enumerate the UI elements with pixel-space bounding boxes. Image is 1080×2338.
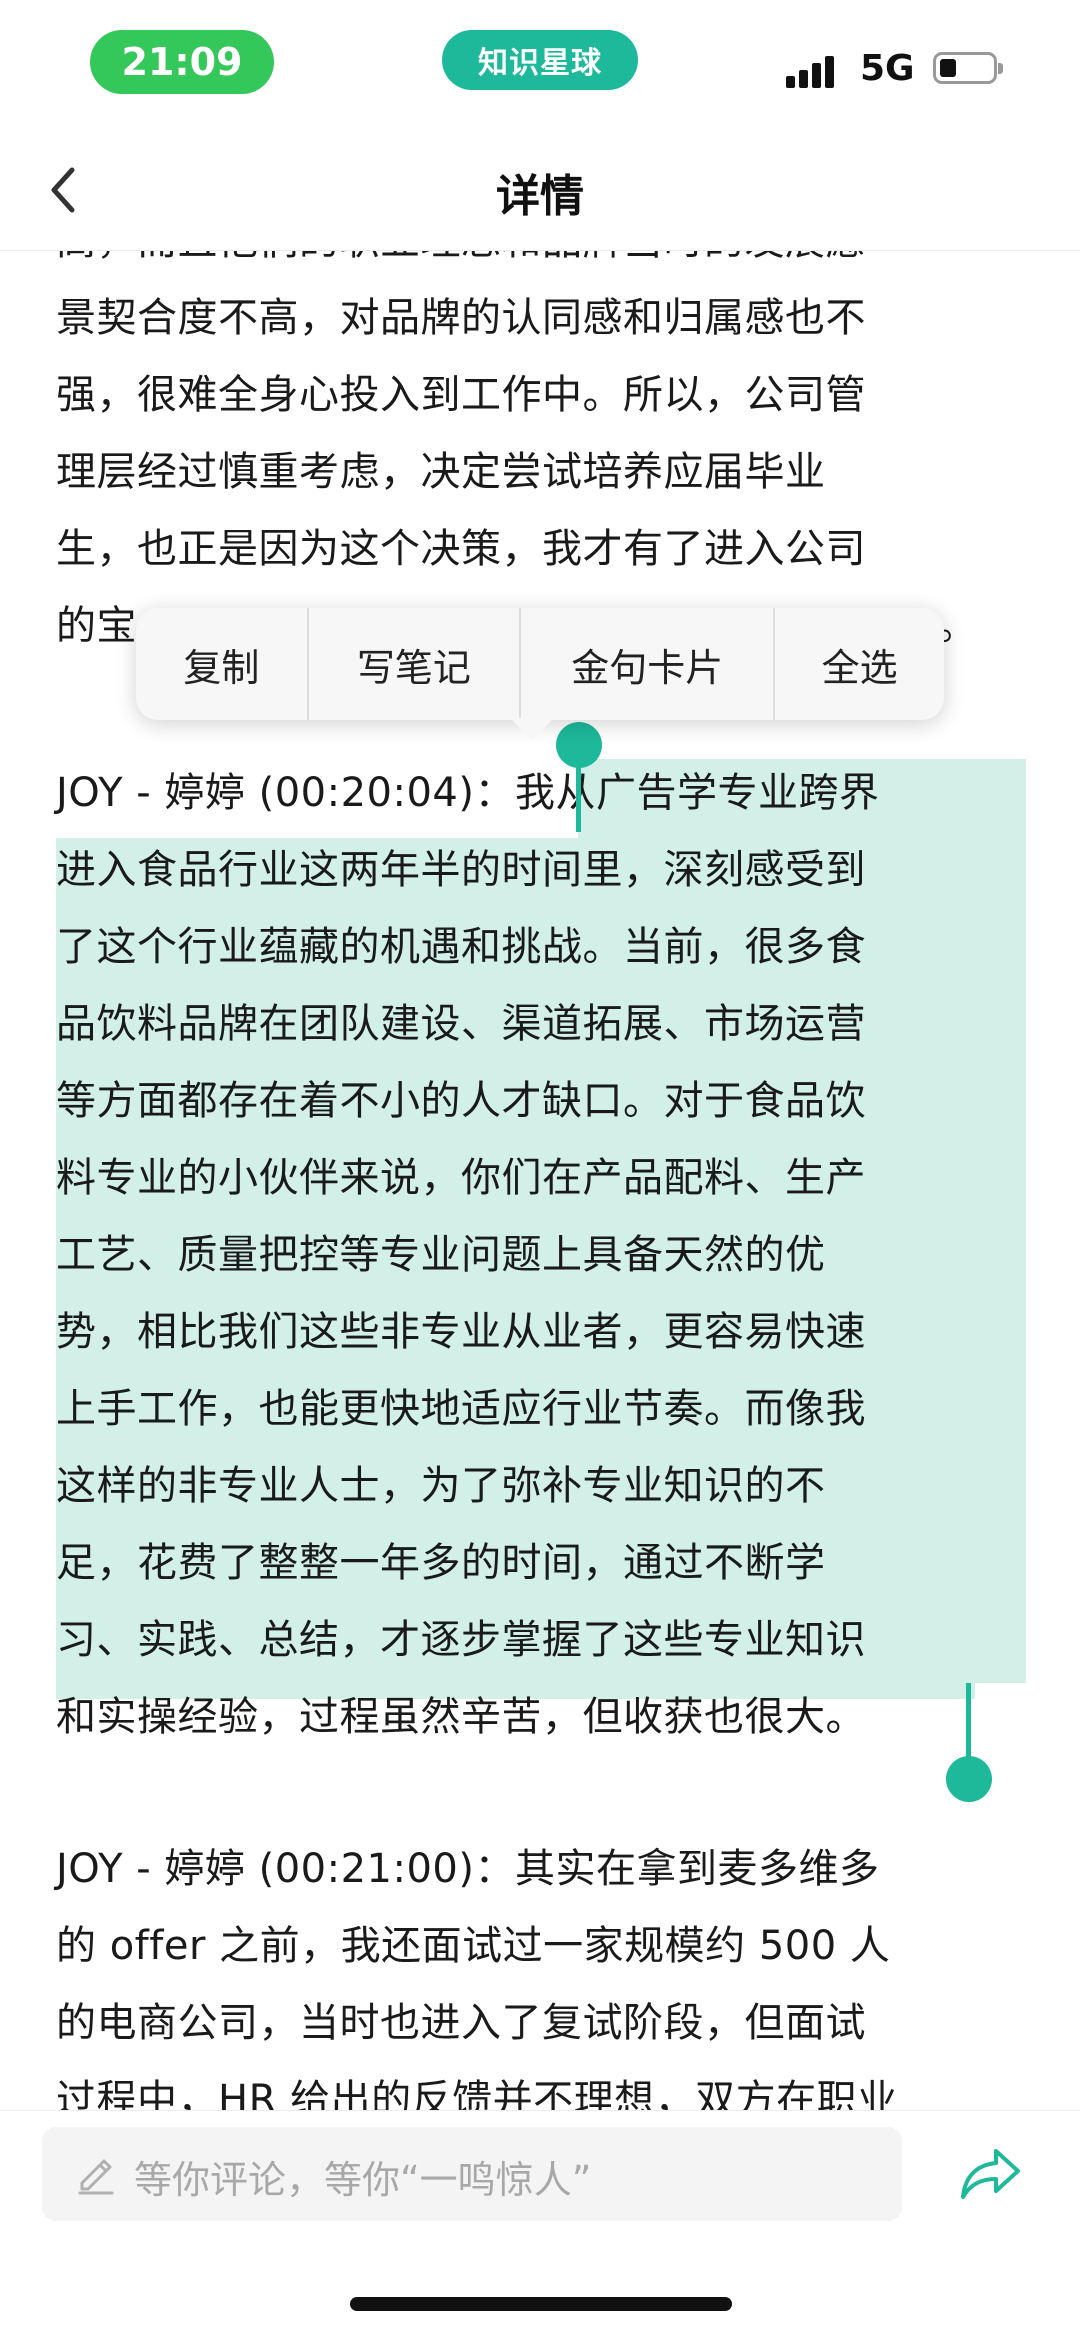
select-all-button[interactable]: 全选 bbox=[775, 608, 944, 720]
paragraph: JOY - 婷婷 (00:21:00)：其实在拿到麦多维多 的 offer 之前… bbox=[56, 1831, 1026, 2111]
selected-line[interactable]: 等方面都存在着不小的人才缺口。对于食品饮 bbox=[56, 1063, 1026, 1140]
quote-card-button[interactable]: 金句卡片 bbox=[521, 608, 776, 720]
selection-end-handle[interactable] bbox=[946, 1756, 992, 1802]
comment-placeholder: 等你评论，等你“一鸣惊人” bbox=[134, 2158, 592, 2202]
article-body: 高，而且他们的职业理念和品牌当时的发展愿 景契合度不高，对品牌的认同感和归属感也… bbox=[0, 251, 1080, 2111]
share-icon[interactable] bbox=[958, 2145, 1024, 2201]
paragraph-line: 的 offer 之前，我还面试过一家规模约 500 人 bbox=[56, 1923, 891, 1969]
selected-line[interactable]: 品饮料品牌在团队建设、渠道拓展、市场运营 bbox=[56, 986, 1026, 1063]
selected-line[interactable]: 习、实践、总结，才逐步掌握了这些专业知识 bbox=[56, 1602, 1026, 1679]
app-badge[interactable]: 知识星球 bbox=[442, 30, 638, 90]
paragraph-line: 理层经过慎重考虑，决定尝试培养应届毕业 bbox=[56, 449, 826, 495]
paragraph-line: 生，也正是因为这个决策，我才有了进入公司 bbox=[56, 526, 866, 572]
paragraph-line: 过程中，HR 给出的反馈并不理想，双方在职业 bbox=[56, 2077, 898, 2111]
network-type: 5G bbox=[860, 48, 915, 89]
paragraph: 高，而且他们的职业理念和品牌当时的发展愿 景契合度不高，对品牌的认同感和归属感也… bbox=[56, 251, 1026, 665]
selected-line[interactable]: 这样的非专业人士，为了弥补专业知识的不 bbox=[56, 1448, 1026, 1525]
status-bar: 21:09 知识星球 5G bbox=[0, 0, 1080, 120]
selected-line[interactable]: 势，相比我们这些非专业从业者，更容易快速 bbox=[56, 1294, 1026, 1371]
line-start: 的宝 bbox=[56, 603, 137, 649]
cellular-signal-icon bbox=[786, 50, 846, 88]
selected-line[interactable]: 了这个行业蕴藏的机遇和挑战。当前，很多食 bbox=[56, 909, 1026, 986]
nav-bar: 详情 bbox=[0, 130, 1080, 251]
selected-line[interactable]: 足，花费了整整一年多的时间，通过不断学 bbox=[56, 1525, 1026, 1602]
paragraph-line: 景契合度不高，对品牌的认同感和归属感也不 bbox=[56, 295, 866, 341]
page-title: 详情 bbox=[496, 171, 584, 222]
status-time[interactable]: 21:09 bbox=[90, 30, 274, 94]
paragraph-line: 高，而且他们的职业理念和品牌当时的发展愿 bbox=[56, 251, 1026, 280]
paragraph-line: JOY - 婷婷 (00:21:00)：其实在拿到麦多维多 bbox=[56, 1846, 880, 1892]
selected-line[interactable]: 料专业的小伙伴来说，你们在产品配料、生产 bbox=[56, 1140, 1026, 1217]
battery-icon bbox=[933, 52, 1003, 84]
selection-start-caret bbox=[576, 756, 581, 832]
selected-text[interactable]: 我从广告学专业跨界 bbox=[515, 770, 880, 816]
selected-line[interactable]: 进入食品行业这两年半的时间里，深刻感受到 bbox=[56, 832, 1026, 909]
text-selection-menu: 复制 写笔记 金句卡片 全选 bbox=[136, 608, 944, 720]
comment-input[interactable]: 等你评论，等你“一鸣惊人” bbox=[42, 2127, 902, 2221]
selected-line[interactable]: 上手工作，也能更快地适应行业节奏。而像我 bbox=[56, 1371, 1026, 1448]
selected-line[interactable]: 工艺、质量把控等专业问题上具备天然的优 bbox=[56, 1217, 1026, 1294]
paragraph-line: 强，很难全身心投入到工作中。所以，公司管 bbox=[56, 372, 866, 418]
copy-button[interactable]: 复制 bbox=[136, 608, 309, 720]
paragraph-line: JOY - 婷婷 (00:20:04)：我从广告学专业跨界 bbox=[56, 755, 1026, 832]
home-indicator[interactable] bbox=[350, 2297, 732, 2311]
speaker-timestamp: JOY - 婷婷 (00:20:04)： bbox=[56, 770, 515, 816]
menu-pointer bbox=[510, 718, 554, 740]
selected-paragraph[interactable]: JOY - 婷婷 (00:20:04)：我从广告学专业跨界 进入食品行业这两年半… bbox=[56, 755, 1026, 1756]
pen-icon bbox=[72, 2149, 120, 2197]
selection-end-caret bbox=[966, 1683, 971, 1759]
write-note-button[interactable]: 写笔记 bbox=[309, 608, 522, 720]
selected-line[interactable]: 和实操经验，过程虽然辛苦，但收获也很大。 bbox=[56, 1679, 1026, 1756]
paragraph-line: 的电商公司，当时也进入了复试阶段，但面试 bbox=[56, 2000, 866, 2046]
